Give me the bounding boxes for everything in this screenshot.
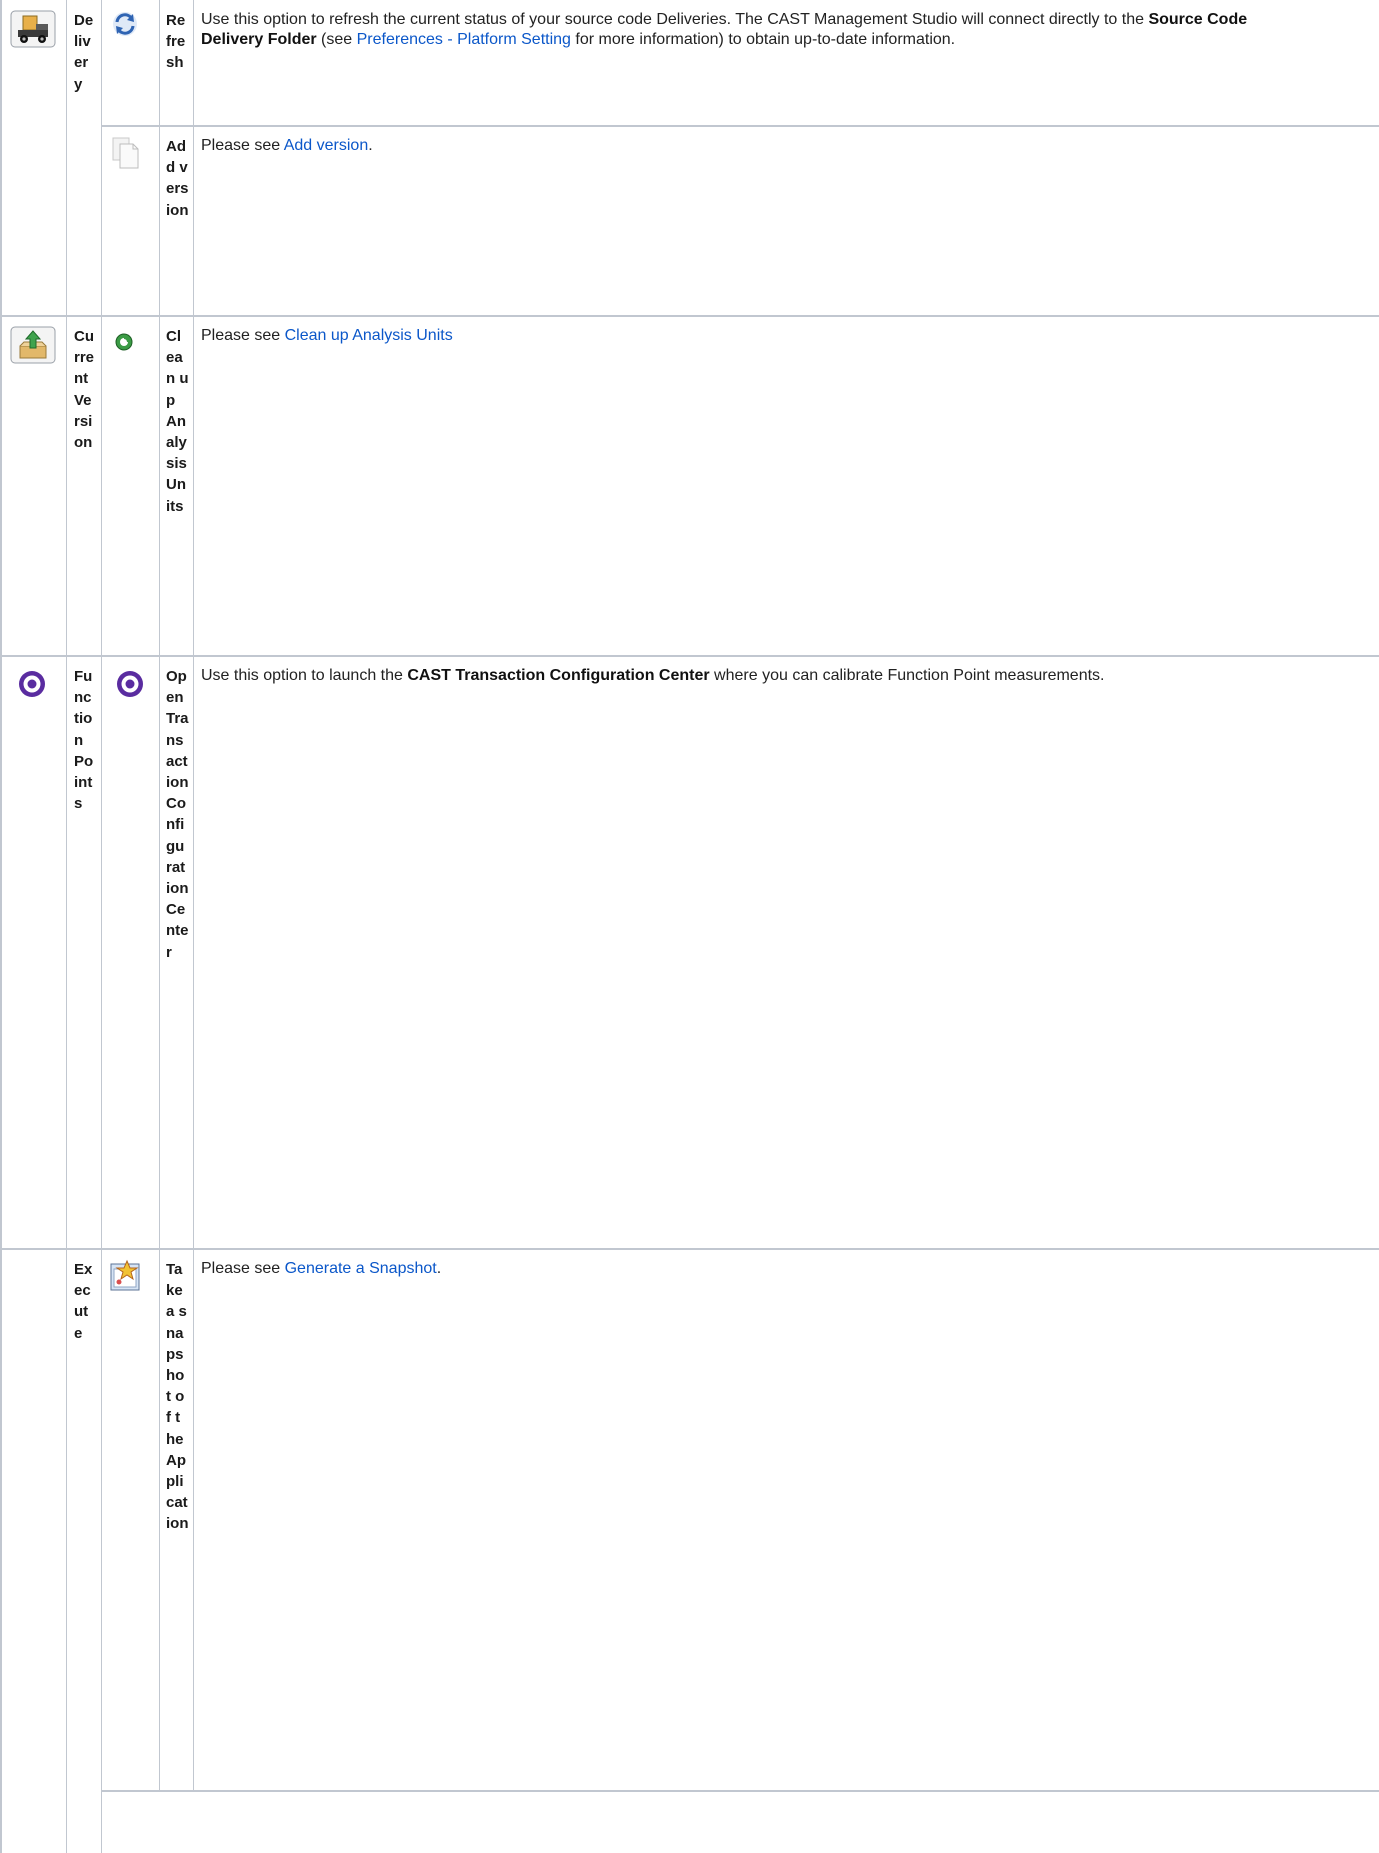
target-icon[interactable] <box>115 669 145 704</box>
add-version-link[interactable]: Add version <box>284 137 369 154</box>
category-label: Delivery <box>74 12 94 93</box>
description-clean-up: Please see Clean up Analysis Units <box>201 327 453 344</box>
preferences-platform-setting-link[interactable]: Preferences - Platform Setting <box>357 31 571 48</box>
add-version-icon[interactable] <box>111 136 141 175</box>
refresh-icon[interactable] <box>111 10 139 43</box>
clean-up-icon[interactable] <box>114 332 134 357</box>
action-label-add-version: Add version <box>166 138 189 219</box>
description-add-version: Please see Add version. <box>201 137 373 154</box>
clean-up-analysis-units-link[interactable]: Clean up Analysis Units <box>285 327 453 344</box>
action-label-open-tcc: Open Transaction Configuration Center <box>166 668 189 961</box>
action-label-take-snapshot: Take a snapshot of the Application <box>166 1261 189 1533</box>
delivery-truck-icon <box>10 10 56 53</box>
snapshot-icon[interactable] <box>109 1259 143 1298</box>
target-icon <box>17 669 47 704</box>
action-label-clean-up: Clean up Analysis Units <box>166 328 189 515</box>
page: { "rows": [ { "category": "Delivery", "a… <box>0 0 1379 1853</box>
current-version-icon <box>10 326 56 369</box>
category-label: Function Points <box>74 668 94 813</box>
description-take-snapshot: Please see Generate a Snapshot. <box>201 1260 442 1277</box>
generate-a-snapshot-link[interactable]: Generate a Snapshot <box>285 1260 437 1277</box>
description-open-tcc: Use this option to launch the CAST Trans… <box>201 667 1105 684</box>
action-label-refresh: Refresh <box>166 12 186 72</box>
category-label: Current Version <box>74 328 95 452</box>
category-label: Execute <box>74 1261 93 1342</box>
description-refresh: Use this option to refresh the current s… <box>201 11 1248 48</box>
